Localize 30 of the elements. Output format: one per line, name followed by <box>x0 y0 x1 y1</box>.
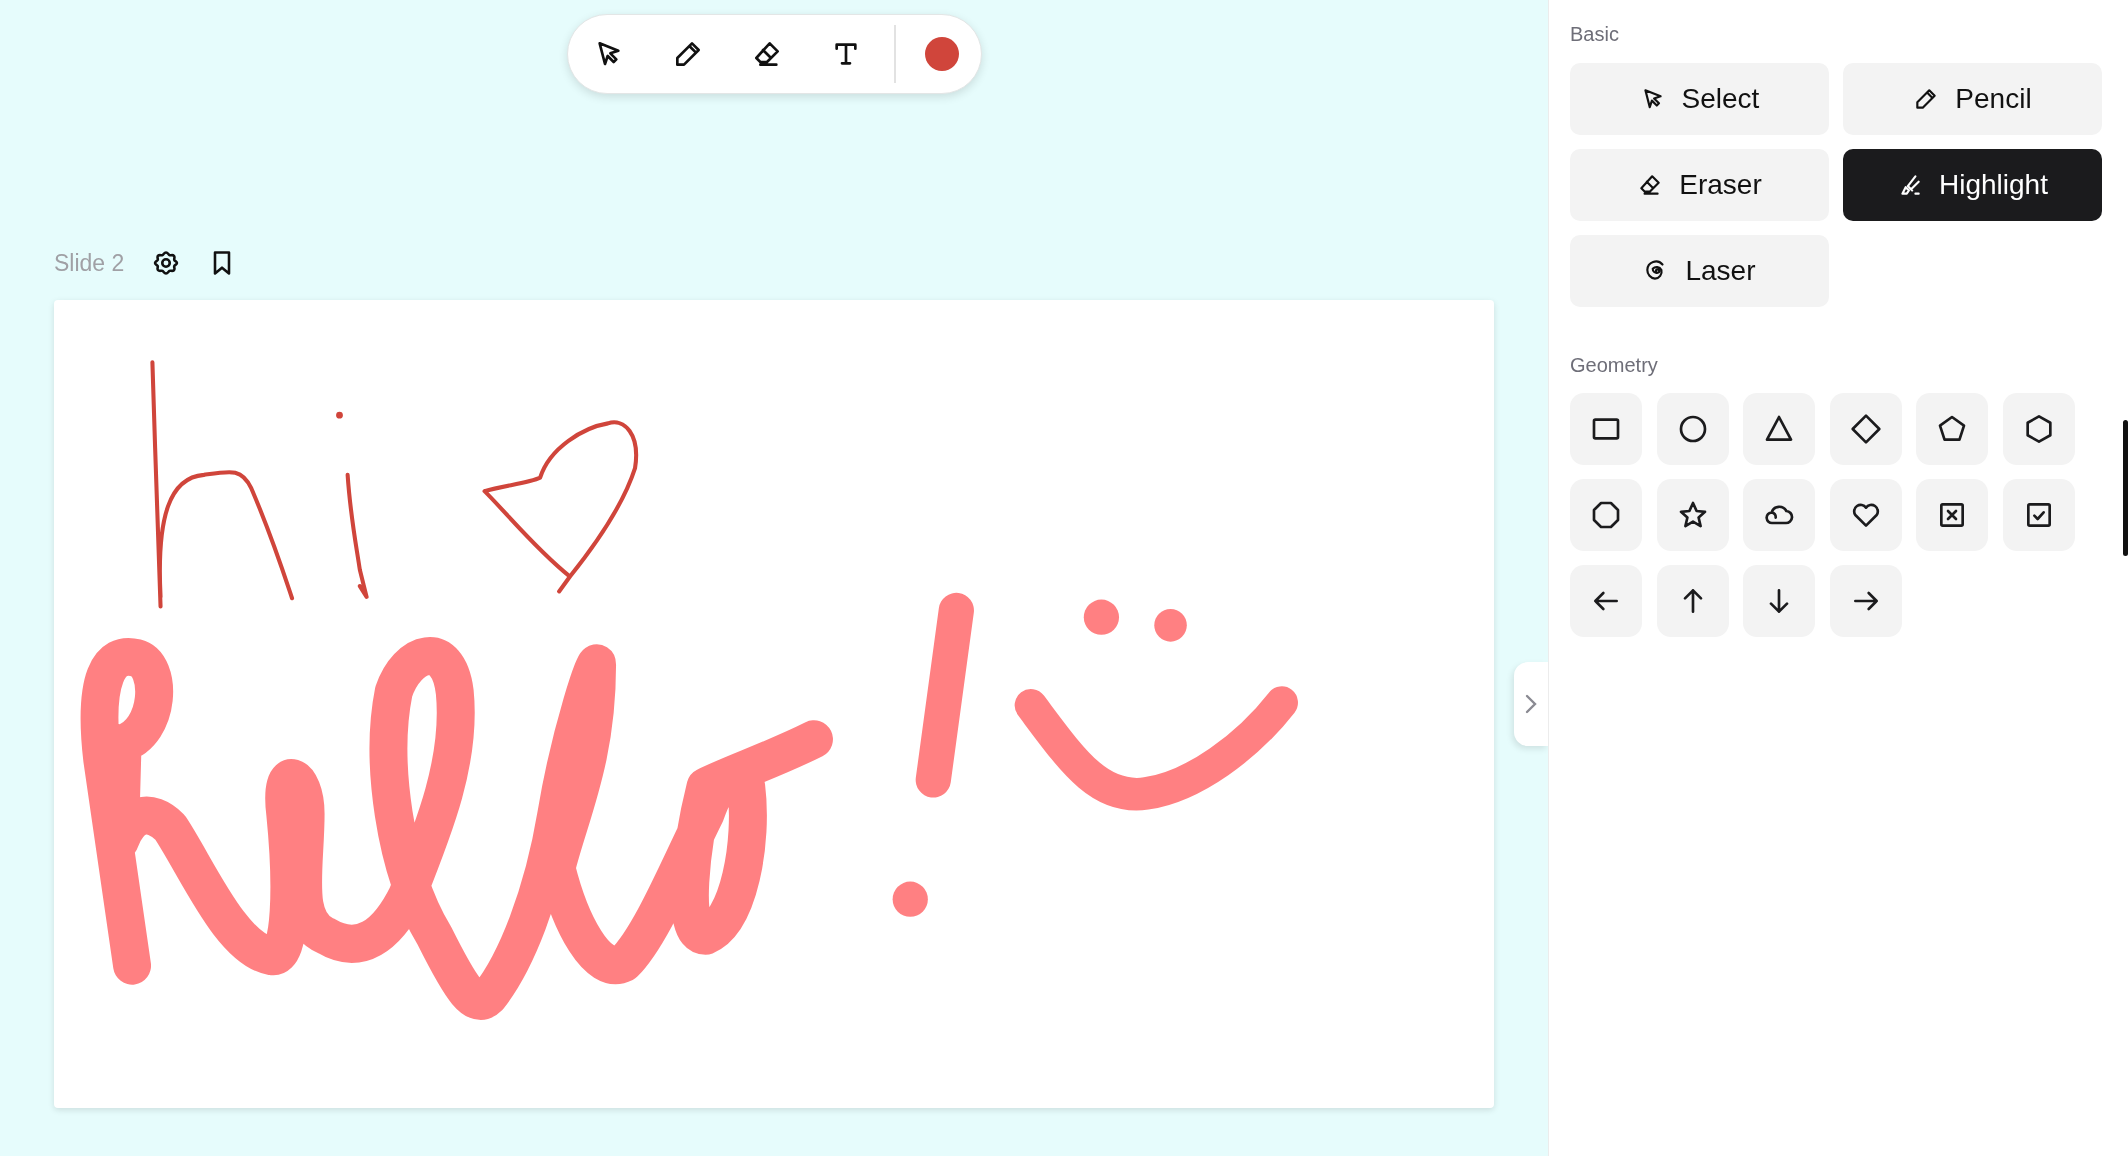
shape-button[interactable] <box>2002 479 2075 551</box>
shape-button[interactable] <box>1829 393 1902 465</box>
shape-button[interactable] <box>1570 393 1642 465</box>
section-heading: Geometry <box>1570 353 1659 377</box>
tool-button[interactable]: Eraser <box>1570 149 1829 221</box>
shape-button[interactable] <box>1829 479 1902 551</box>
shape-button[interactable] <box>1570 479 1642 551</box>
tool-button[interactable]: Highlight <box>1843 149 2102 221</box>
section-heading: Basic <box>1570 22 1620 46</box>
color-swatch[interactable] <box>924 37 959 71</box>
shape-button[interactable] <box>1916 393 1988 465</box>
tool-button[interactable]: Select <box>1570 63 1829 135</box>
tool-button[interactable]: Laser <box>1570 235 1829 307</box>
scrollbar-thumb[interactable] <box>2123 420 2128 556</box>
diamond-icon <box>1849 413 1882 445</box>
shape-button[interactable] <box>2002 393 2075 465</box>
shape-button[interactable] <box>1829 565 1902 637</box>
slide-label: Slide 2 <box>54 249 125 277</box>
settings-icon <box>152 249 181 277</box>
chevron-right-icon <box>1523 693 1539 715</box>
shape-button[interactable] <box>1656 393 1729 465</box>
shape-button[interactable] <box>1743 393 1815 465</box>
settings-button[interactable] <box>152 249 181 277</box>
shape-button[interactable] <box>1743 479 1815 551</box>
shape-button[interactable] <box>1743 565 1815 637</box>
shape-button[interactable] <box>1656 479 1729 551</box>
tool-button[interactable]: Pencil <box>1843 63 2102 135</box>
shape-button[interactable] <box>1570 565 1642 637</box>
shape-button[interactable] <box>1916 479 1988 551</box>
octagon-icon <box>1590 499 1622 531</box>
